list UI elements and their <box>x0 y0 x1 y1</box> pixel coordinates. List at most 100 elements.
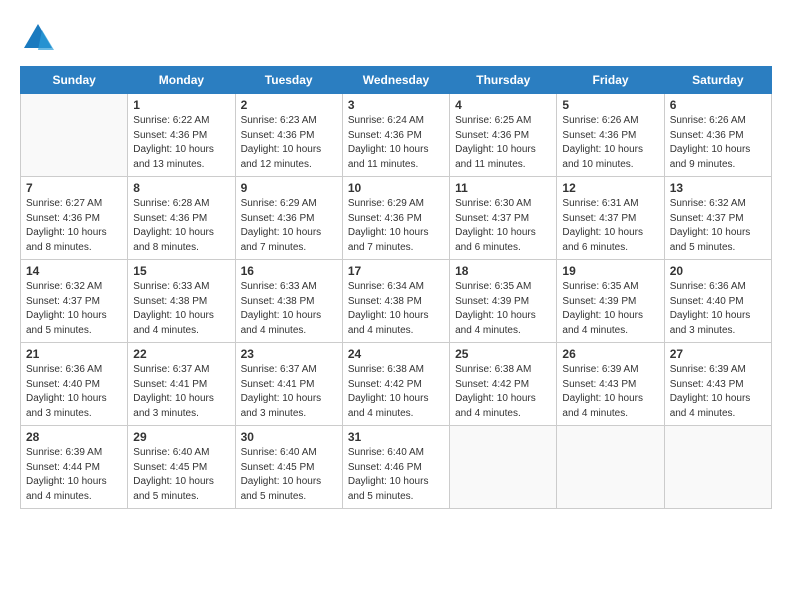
calendar-week-row: 7 Sunrise: 6:27 AMSunset: 4:36 PMDaylight… <box>21 177 772 260</box>
day-info: Sunrise: 6:29 AMSunset: 4:36 PMDaylight:… <box>348 197 444 255</box>
calendar-week-row: 1 Sunrise: 6:22 AMSunset: 4:36 PMDaylight… <box>21 94 772 177</box>
day-info: Sunrise: 6:37 AMSunset: 4:41 PMDaylight:… <box>133 363 229 421</box>
page-header <box>20 20 772 56</box>
day-info: Sunrise: 6:39 AMSunset: 4:44 PMDaylight:… <box>26 446 122 504</box>
day-number: 20 <box>670 264 766 278</box>
day-number: 24 <box>348 347 444 361</box>
calendar-cell: 20 Sunrise: 6:36 AMSunset: 4:40 PMDayligh… <box>664 260 771 343</box>
day-info: Sunrise: 6:23 AMSunset: 4:36 PMDaylight:… <box>241 114 337 172</box>
day-info: Sunrise: 6:32 AMSunset: 4:37 PMDaylight:… <box>670 197 766 255</box>
day-of-week-header: Thursday <box>450 67 557 94</box>
calendar-cell: 29 Sunrise: 6:40 AMSunset: 4:45 PMDayligh… <box>128 426 235 509</box>
day-of-week-header: Sunday <box>21 67 128 94</box>
day-info: Sunrise: 6:32 AMSunset: 4:37 PMDaylight:… <box>26 280 122 338</box>
day-number: 21 <box>26 347 122 361</box>
day-info: Sunrise: 6:29 AMSunset: 4:36 PMDaylight:… <box>241 197 337 255</box>
day-info: Sunrise: 6:33 AMSunset: 4:38 PMDaylight:… <box>241 280 337 338</box>
day-number: 4 <box>455 98 551 112</box>
day-number: 10 <box>348 181 444 195</box>
logo <box>20 20 60 56</box>
day-number: 15 <box>133 264 229 278</box>
day-info: Sunrise: 6:40 AMSunset: 4:46 PMDaylight:… <box>348 446 444 504</box>
day-info: Sunrise: 6:22 AMSunset: 4:36 PMDaylight:… <box>133 114 229 172</box>
day-info: Sunrise: 6:24 AMSunset: 4:36 PMDaylight:… <box>348 114 444 172</box>
day-number: 17 <box>348 264 444 278</box>
calendar-cell <box>21 94 128 177</box>
calendar-cell: 13 Sunrise: 6:32 AMSunset: 4:37 PMDayligh… <box>664 177 771 260</box>
calendar-cell: 3 Sunrise: 6:24 AMSunset: 4:36 PMDaylight… <box>342 94 449 177</box>
day-info: Sunrise: 6:39 AMSunset: 4:43 PMDaylight:… <box>670 363 766 421</box>
day-info: Sunrise: 6:31 AMSunset: 4:37 PMDaylight:… <box>562 197 658 255</box>
calendar-week-row: 21 Sunrise: 6:36 AMSunset: 4:40 PMDayligh… <box>21 343 772 426</box>
calendar-cell: 17 Sunrise: 6:34 AMSunset: 4:38 PMDayligh… <box>342 260 449 343</box>
day-number: 28 <box>26 430 122 444</box>
day-number: 8 <box>133 181 229 195</box>
day-info: Sunrise: 6:27 AMSunset: 4:36 PMDaylight:… <box>26 197 122 255</box>
day-number: 31 <box>348 430 444 444</box>
calendar-cell: 27 Sunrise: 6:39 AMSunset: 4:43 PMDayligh… <box>664 343 771 426</box>
day-of-week-header: Saturday <box>664 67 771 94</box>
day-of-week-header: Monday <box>128 67 235 94</box>
day-info: Sunrise: 6:36 AMSunset: 4:40 PMDaylight:… <box>26 363 122 421</box>
day-info: Sunrise: 6:36 AMSunset: 4:40 PMDaylight:… <box>670 280 766 338</box>
calendar-cell: 1 Sunrise: 6:22 AMSunset: 4:36 PMDaylight… <box>128 94 235 177</box>
calendar-week-row: 28 Sunrise: 6:39 AMSunset: 4:44 PMDayligh… <box>21 426 772 509</box>
calendar-cell: 28 Sunrise: 6:39 AMSunset: 4:44 PMDayligh… <box>21 426 128 509</box>
day-info: Sunrise: 6:25 AMSunset: 4:36 PMDaylight:… <box>455 114 551 172</box>
calendar-cell: 6 Sunrise: 6:26 AMSunset: 4:36 PMDaylight… <box>664 94 771 177</box>
calendar-cell <box>450 426 557 509</box>
day-number: 2 <box>241 98 337 112</box>
calendar-week-row: 14 Sunrise: 6:32 AMSunset: 4:37 PMDayligh… <box>21 260 772 343</box>
calendar-cell: 7 Sunrise: 6:27 AMSunset: 4:36 PMDaylight… <box>21 177 128 260</box>
day-info: Sunrise: 6:28 AMSunset: 4:36 PMDaylight:… <box>133 197 229 255</box>
day-number: 22 <box>133 347 229 361</box>
day-number: 1 <box>133 98 229 112</box>
calendar-cell <box>664 426 771 509</box>
calendar-cell: 11Sunrise: 6:30 AMSunset: 4:37 PMDayligh… <box>450 177 557 260</box>
calendar-cell: 16 Sunrise: 6:33 AMSunset: 4:38 PMDayligh… <box>235 260 342 343</box>
day-number: 23 <box>241 347 337 361</box>
day-number: 12 <box>562 181 658 195</box>
day-info: Sunrise: 6:26 AMSunset: 4:36 PMDaylight:… <box>562 114 658 172</box>
calendar-cell: 19Sunrise: 6:35 AMSunset: 4:39 PMDayligh… <box>557 260 664 343</box>
day-info: Sunrise: 6:38 AMSunset: 4:42 PMDaylight:… <box>455 363 551 421</box>
day-number: 27 <box>670 347 766 361</box>
calendar-cell: 5 Sunrise: 6:26 AMSunset: 4:36 PMDaylight… <box>557 94 664 177</box>
day-number: 30 <box>241 430 337 444</box>
day-number: 16 <box>241 264 337 278</box>
calendar-cell: 25 Sunrise: 6:38 AMSunset: 4:42 PMDayligh… <box>450 343 557 426</box>
calendar-cell: 10 Sunrise: 6:29 AMSunset: 4:36 PMDayligh… <box>342 177 449 260</box>
calendar-cell: 4 Sunrise: 6:25 AMSunset: 4:36 PMDaylight… <box>450 94 557 177</box>
day-info: Sunrise: 6:33 AMSunset: 4:38 PMDaylight:… <box>133 280 229 338</box>
day-info: Sunrise: 6:26 AMSunset: 4:36 PMDaylight:… <box>670 114 766 172</box>
day-number: 9 <box>241 181 337 195</box>
day-number: 29 <box>133 430 229 444</box>
calendar-cell <box>557 426 664 509</box>
calendar-table: SundayMondayTuesdayWednesdayThursdayFrid… <box>20 66 772 509</box>
day-info: Sunrise: 6:38 AMSunset: 4:42 PMDaylight:… <box>348 363 444 421</box>
day-info: Sunrise: 6:37 AMSunset: 4:41 PMDaylight:… <box>241 363 337 421</box>
day-info: Sunrise: 6:34 AMSunset: 4:38 PMDaylight:… <box>348 280 444 338</box>
day-number: 26 <box>562 347 658 361</box>
calendar-cell: 14 Sunrise: 6:32 AMSunset: 4:37 PMDayligh… <box>21 260 128 343</box>
calendar-cell: 21 Sunrise: 6:36 AMSunset: 4:40 PMDayligh… <box>21 343 128 426</box>
calendar-cell: 22 Sunrise: 6:37 AMSunset: 4:41 PMDayligh… <box>128 343 235 426</box>
day-number: 25 <box>455 347 551 361</box>
day-info: Sunrise: 6:35 AMSunset: 4:39 PMDaylight:… <box>455 280 551 338</box>
day-number: 7 <box>26 181 122 195</box>
day-number: 5 <box>562 98 658 112</box>
calendar-cell: 9 Sunrise: 6:29 AMSunset: 4:36 PMDaylight… <box>235 177 342 260</box>
logo-icon <box>20 20 56 56</box>
day-number: 3 <box>348 98 444 112</box>
day-number: 11 <box>455 181 551 195</box>
calendar-cell: 31 Sunrise: 6:40 AMSunset: 4:46 PMDayligh… <box>342 426 449 509</box>
day-info: Sunrise: 6:40 AMSunset: 4:45 PMDaylight:… <box>133 446 229 504</box>
calendar-cell: 26Sunrise: 6:39 AMSunset: 4:43 PMDayligh… <box>557 343 664 426</box>
day-number: 6 <box>670 98 766 112</box>
day-number: 13 <box>670 181 766 195</box>
calendar-cell: 23 Sunrise: 6:37 AMSunset: 4:41 PMDayligh… <box>235 343 342 426</box>
day-info: Sunrise: 6:40 AMSunset: 4:45 PMDaylight:… <box>241 446 337 504</box>
day-number: 18 <box>455 264 551 278</box>
day-number: 14 <box>26 264 122 278</box>
calendar-cell: 24 Sunrise: 6:38 AMSunset: 4:42 PMDayligh… <box>342 343 449 426</box>
